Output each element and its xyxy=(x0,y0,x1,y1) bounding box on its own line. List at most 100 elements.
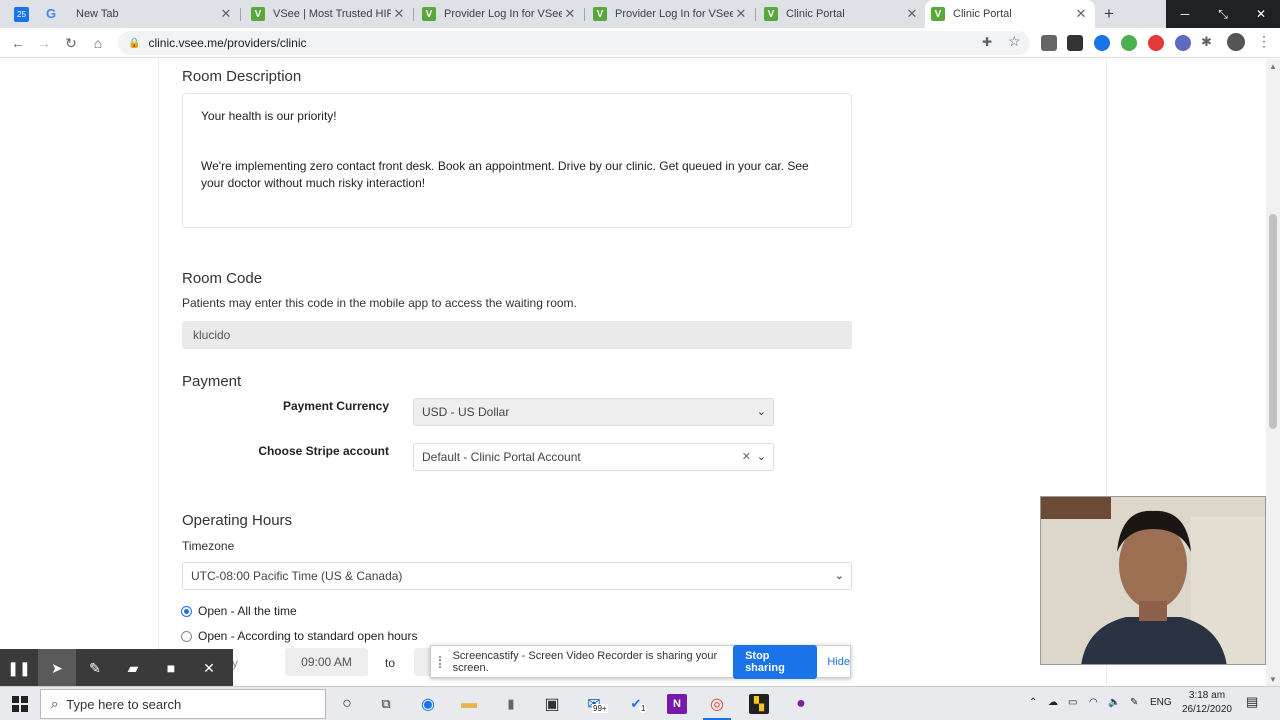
todo-icon[interactable]: ✔ 1 xyxy=(626,694,648,714)
tab-vsee-trusted[interactable]: V VSee | Most Trusted HIPAA ✕ xyxy=(245,0,413,28)
pen-workspace-icon[interactable]: ✎ xyxy=(1130,697,1138,708)
onedrive-icon[interactable]: ☁ xyxy=(1048,697,1058,708)
radio-open-standard-hours[interactable]: Open - According to standard open hours xyxy=(181,629,417,643)
screencastify-toolbar: ❚❚ ➤ ✎ ▰ ■ ✕ xyxy=(0,649,233,687)
extension-icon[interactable] xyxy=(1041,35,1057,51)
menu-kebab-icon[interactable]: ⋮ xyxy=(1257,33,1271,50)
close-icon[interactable]: ✕ xyxy=(562,6,578,22)
close-icon[interactable]: ✕ xyxy=(733,6,749,22)
minimize-icon[interactable]: ─ xyxy=(1166,0,1204,28)
tab-provider-login-2[interactable]: V Provider Log In for VSee C ✕ xyxy=(587,0,755,28)
sharing-message: Screencastify - Screen Video Recorder is… xyxy=(452,649,718,674)
tab-new-tab[interactable]: New Tab ✕ xyxy=(70,0,240,28)
avatar[interactable] xyxy=(1227,33,1245,51)
room-code-hint: Patients may enter this code in the mobi… xyxy=(182,296,577,310)
volume-icon[interactable]: 🔈 xyxy=(1108,697,1120,708)
cursor-icon[interactable]: ➤ xyxy=(38,649,76,687)
room-code-field[interactable]: klucido xyxy=(182,321,852,349)
close-window-icon[interactable]: ✕ xyxy=(1242,0,1280,28)
task-view-icon[interactable]: ⧉ xyxy=(376,694,396,714)
payment-currency-select[interactable]: USD - US Dollar ⌄ xyxy=(413,398,774,426)
radio-open-all-time[interactable]: Open - All the time xyxy=(181,604,297,618)
extension-icon[interactable] xyxy=(1094,35,1110,51)
webcam-preview[interactable] xyxy=(1040,496,1266,665)
onenote-icon[interactable]: N xyxy=(667,694,687,714)
new-tab-button[interactable]: + xyxy=(1104,4,1114,24)
notifications-icon[interactable]: ▤ xyxy=(1246,694,1258,710)
restore-icon[interactable]: ⤡ xyxy=(1204,0,1242,28)
timezone-select[interactable]: UTC-08:00 Pacific Time (US & Canada) ⌄ xyxy=(182,562,852,590)
mail-icon[interactable]: ✉99+ xyxy=(584,694,608,714)
clock-time: 3:18 am xyxy=(1188,690,1226,701)
extension-icon[interactable] xyxy=(1175,35,1191,51)
extensions-icon[interactable]: ✱ xyxy=(1201,34,1212,50)
extension-puzzle-icon[interactable]: ✚ xyxy=(982,35,992,49)
extension-icon[interactable] xyxy=(1148,35,1164,51)
home-icon[interactable]: ⌂ xyxy=(88,33,108,53)
windows-start-icon[interactable] xyxy=(12,696,28,712)
forward-icon[interactable]: → xyxy=(34,33,54,53)
page-scrollbar[interactable]: ▲ ▼ xyxy=(1266,59,1280,686)
tab-label: Clinic Portal xyxy=(786,8,845,20)
drag-handle-icon[interactable] xyxy=(439,655,445,668)
clear-icon[interactable]: ✕ xyxy=(742,450,751,463)
screen-sharing-notice: Screencastify - Screen Video Recorder is… xyxy=(430,644,851,679)
sticky-notes-icon[interactable]: ▚ xyxy=(749,694,769,714)
browser-tab-strip: 25 G New Tab ✕ V VSee | Most Trusted HIP… xyxy=(0,0,1280,28)
show-hidden-icons[interactable]: ⌃ xyxy=(1029,697,1037,708)
room-code-heading: Room Code xyxy=(182,270,263,287)
close-icon[interactable]: ✕ xyxy=(1073,6,1089,22)
extension-icon[interactable] xyxy=(1067,35,1083,51)
address-bar[interactable]: 🔒 clinic.vsee.me/providers/clinic xyxy=(118,31,1030,55)
webcam-person-image xyxy=(1041,497,1265,664)
battery-icon[interactable]: ▭ xyxy=(1068,697,1077,708)
pen-icon[interactable]: ✎ xyxy=(76,649,114,687)
windows-taskbar: ⌕ Type here to search ○ ⧉ ◉ ▬ ▮ ▣ ✉99+ ✔… xyxy=(0,686,1280,720)
scrollbar-thumb[interactable] xyxy=(1269,214,1277,429)
close-icon[interactable]: ✕ xyxy=(190,649,228,687)
google-icon[interactable]: G xyxy=(46,6,56,21)
radio-label: Open - According to standard open hours xyxy=(198,629,418,643)
microphone-app-icon[interactable]: ▮ xyxy=(501,694,521,714)
search-placeholder: Type here to search xyxy=(66,696,182,712)
store-icon[interactable]: ▣ xyxy=(542,694,562,714)
payment-currency-label: Payment Currency xyxy=(282,399,389,413)
close-icon[interactable]: ✕ xyxy=(218,6,234,22)
taskbar-search-box[interactable]: ⌕ Type here to search xyxy=(40,689,326,719)
to-label: to xyxy=(385,656,396,670)
extension-icon[interactable] xyxy=(1121,35,1137,51)
tab-clinic-portal-active[interactable]: V Clinic Portal ✕ xyxy=(925,0,1095,28)
mail-badge: 99+ xyxy=(592,704,608,713)
tab-provider-login-1[interactable]: V Provider Log In for VSee C ✕ xyxy=(416,0,584,28)
cortana-icon[interactable]: ○ xyxy=(337,694,357,714)
system-clock[interactable]: 3:18 am 26/12/2020 xyxy=(1182,689,1232,717)
wifi-icon[interactable]: ◠ xyxy=(1089,697,1098,708)
vsee-icon: V xyxy=(931,7,945,21)
hide-link[interactable]: Hide xyxy=(827,656,850,668)
edge-icon[interactable]: ◉ xyxy=(418,694,438,714)
back-icon[interactable]: ← xyxy=(8,33,28,53)
tab-clinic-portal-1[interactable]: V Clinic Portal ✕ xyxy=(758,0,926,28)
reload-icon[interactable]: ↻ xyxy=(61,33,81,53)
stop-sharing-button[interactable]: Stop sharing xyxy=(733,644,818,679)
apps-icon[interactable]: 25 xyxy=(14,7,29,22)
camera-icon[interactable]: ■ xyxy=(152,649,190,687)
viber-icon[interactable]: ● xyxy=(791,694,811,714)
highlighter-icon[interactable]: ▰ xyxy=(114,649,152,687)
chrome-icon[interactable]: ◎ xyxy=(707,694,727,714)
room-description-textarea[interactable]: Your health is our priority! We're imple… xyxy=(182,93,852,228)
lock-icon: 🔒 xyxy=(128,37,141,49)
language-indicator[interactable]: ENG xyxy=(1150,697,1172,708)
pause-icon[interactable]: ❚❚ xyxy=(0,649,38,687)
chevron-down-icon: ⌄ xyxy=(756,451,766,463)
close-icon[interactable]: ✕ xyxy=(904,6,920,22)
chevron-down-icon: ⌄ xyxy=(756,406,766,418)
stripe-account-select[interactable]: Default - Clinic Portal Account ✕ ⌄ xyxy=(413,443,774,471)
close-icon[interactable]: ✕ xyxy=(391,6,407,22)
start-time-field[interactable]: 09:00 AM xyxy=(285,648,368,676)
radio-label: Open - All the time xyxy=(198,604,297,618)
timezone-label: Timezone xyxy=(182,539,235,553)
bookmark-star-icon[interactable]: ☆ xyxy=(1008,33,1021,50)
room-description-heading: Room Description xyxy=(182,68,302,85)
file-explorer-icon[interactable]: ▬ xyxy=(459,694,479,714)
